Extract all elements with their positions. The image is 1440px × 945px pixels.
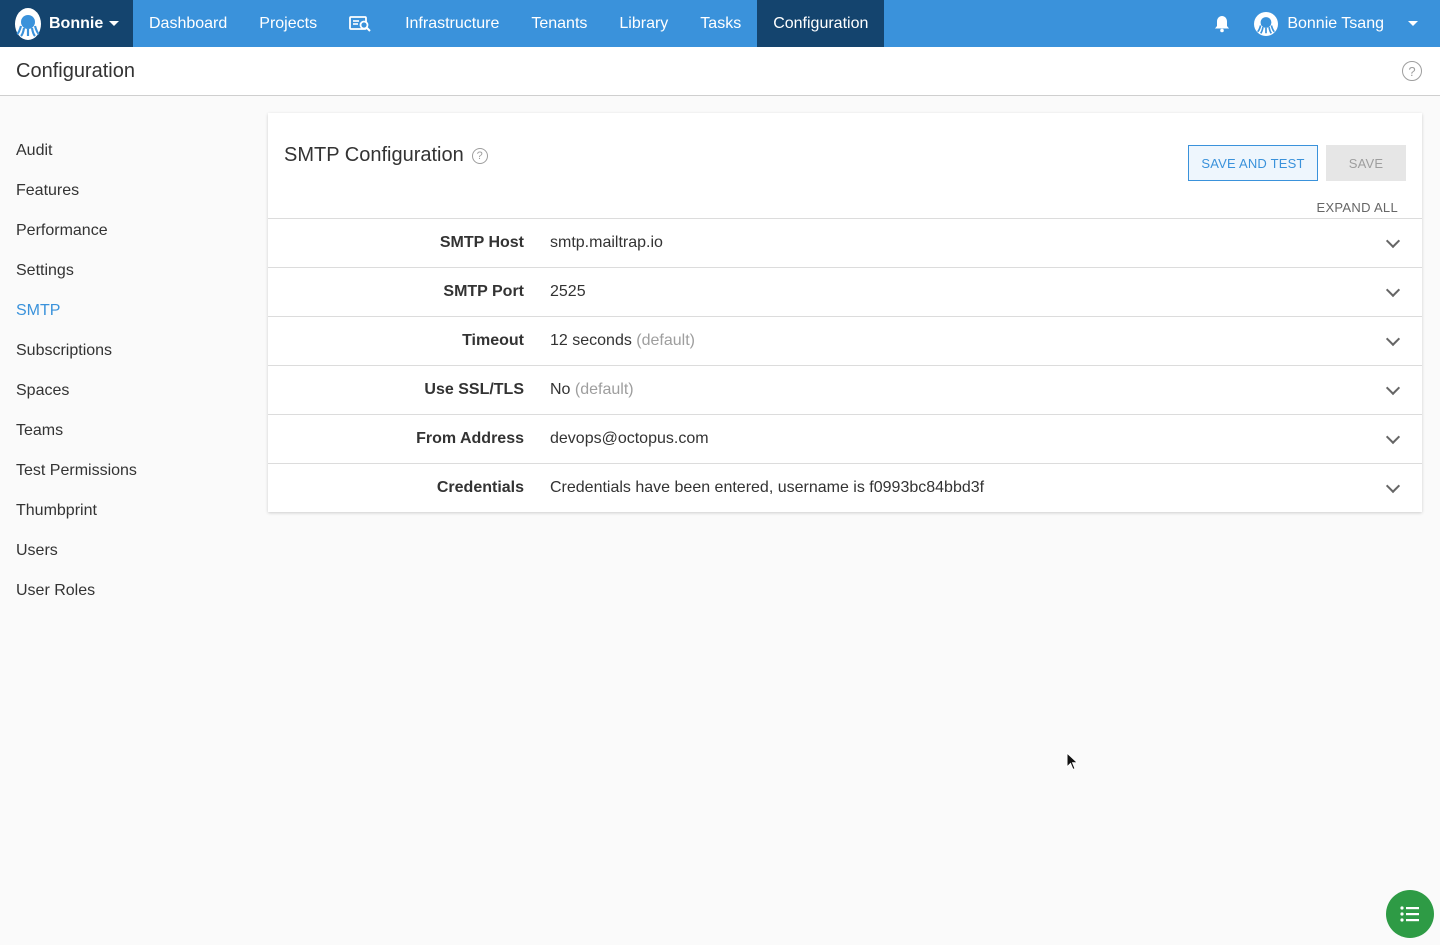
sidebar-item-features[interactable]: Features <box>0 171 250 211</box>
default-hint: (default) <box>636 332 695 349</box>
user-avatar <box>1254 11 1279 36</box>
sidebar-item-teams[interactable]: Teams <box>0 411 250 451</box>
setting-label: From Address <box>416 430 524 447</box>
octopus-logo-icon <box>15 7 41 40</box>
sidebar-item-smtp[interactable]: SMTP <box>0 291 250 331</box>
sidebar-item-users[interactable]: Users <box>0 531 250 571</box>
setting-row-use-ssl-tls[interactable]: Use SSL/TLS No (default) <box>268 365 1422 414</box>
page-header: Configuration ? <box>0 47 1440 96</box>
sidebar-item-spaces[interactable]: Spaces <box>0 371 250 411</box>
setting-label: Timeout <box>462 332 524 349</box>
chevron-down-icon <box>1408 21 1418 26</box>
nav-configuration[interactable]: Configuration <box>757 0 885 47</box>
help-icon[interactable]: ? <box>471 147 488 164</box>
setting-row-smtp-port[interactable]: SMTP Port 2525 <box>268 267 1422 316</box>
chevron-down-icon <box>1385 478 1401 493</box>
chevron-down-icon <box>1385 380 1401 395</box>
setting-label: SMTP Host <box>439 234 524 251</box>
space-name: Bonnie <box>49 14 104 32</box>
setting-row-from-address[interactable]: From Address devops@octopus.com <box>268 414 1422 463</box>
expand-all-link[interactable]: EXPAND ALL <box>1316 200 1398 215</box>
sidebar-item-settings[interactable]: Settings <box>0 251 250 291</box>
setting-row-timeout[interactable]: Timeout 12 seconds (default) <box>268 316 1422 365</box>
card-title-text: SMTP Configuration <box>284 144 464 166</box>
user-menu[interactable]: Bonnie Tsang <box>1254 0 1440 47</box>
setting-row-credentials[interactable]: Credentials Credentials have been entere… <box>268 463 1422 512</box>
nav-tasks[interactable]: Tasks <box>684 0 757 47</box>
setting-row-smtp-host[interactable]: SMTP Host smtp.mailtrap.io <box>268 218 1422 267</box>
card-title: SMTP Configuration ? <box>284 144 488 167</box>
top-navigation: Bonnie Dashboard Projects Infrastructure… <box>0 0 1440 47</box>
setting-value: Credentials have been entered, username … <box>550 479 985 496</box>
setting-label: SMTP Port <box>443 283 524 300</box>
setting-value: 12 seconds (default) <box>550 332 695 349</box>
sidebar-item-test-permissions[interactable]: Test Permissions <box>0 451 250 491</box>
chevron-down-icon <box>109 21 120 26</box>
sidebar-item-performance[interactable]: Performance <box>0 211 250 251</box>
chevron-down-icon <box>1385 429 1401 444</box>
sidebar-item-audit[interactable]: Audit <box>0 131 250 171</box>
nav-dashboard[interactable]: Dashboard <box>133 0 243 47</box>
nav-projects[interactable]: Projects <box>243 0 333 47</box>
nav-tenants[interactable]: Tenants <box>515 0 603 47</box>
search-in-page-icon <box>349 15 371 32</box>
chevron-down-icon <box>1385 282 1401 297</box>
setting-value: No (default) <box>550 381 634 398</box>
user-name: Bonnie Tsang <box>1287 14 1384 32</box>
sidebar-item-thumbprint[interactable]: Thumbprint <box>0 491 250 531</box>
mouse-cursor-icon <box>1066 751 1080 777</box>
chevron-down-icon <box>1385 331 1401 346</box>
sidebar: Audit Features Performance Settings SMTP… <box>0 131 250 611</box>
nav-infrastructure[interactable]: Infrastructure <box>389 0 515 47</box>
setting-label: Credentials <box>436 479 524 496</box>
default-hint: (default) <box>574 381 634 398</box>
space-switcher[interactable]: Bonnie <box>0 0 133 47</box>
sidebar-item-user-roles[interactable]: User Roles <box>0 571 250 611</box>
setting-value: devops@octopus.com <box>550 430 709 447</box>
setting-value: smtp.mailtrap.io <box>550 234 663 251</box>
list-icon <box>1400 906 1419 922</box>
nav-search-icon[interactable] <box>333 0 389 47</box>
chevron-down-icon <box>1385 233 1401 248</box>
nav-library[interactable]: Library <box>603 0 684 47</box>
help-icon[interactable]: ? <box>1402 61 1422 81</box>
setting-value: 2525 <box>550 283 586 300</box>
notifications-bell-icon[interactable] <box>1214 0 1254 47</box>
save-and-test-button[interactable]: SAVE AND TEST <box>1188 145 1318 181</box>
setting-label: Use SSL/TLS <box>424 381 524 398</box>
save-button[interactable]: SAVE <box>1326 145 1406 181</box>
smtp-configuration-card: SMTP Configuration ? SAVE AND TEST SAVE … <box>268 113 1422 512</box>
settings-list: SMTP Host smtp.mailtrap.io SMTP Port 252… <box>268 218 1422 512</box>
sidebar-item-subscriptions[interactable]: Subscriptions <box>0 331 250 371</box>
page-title: Configuration <box>16 59 135 82</box>
task-list-fab-button[interactable] <box>1386 890 1434 938</box>
